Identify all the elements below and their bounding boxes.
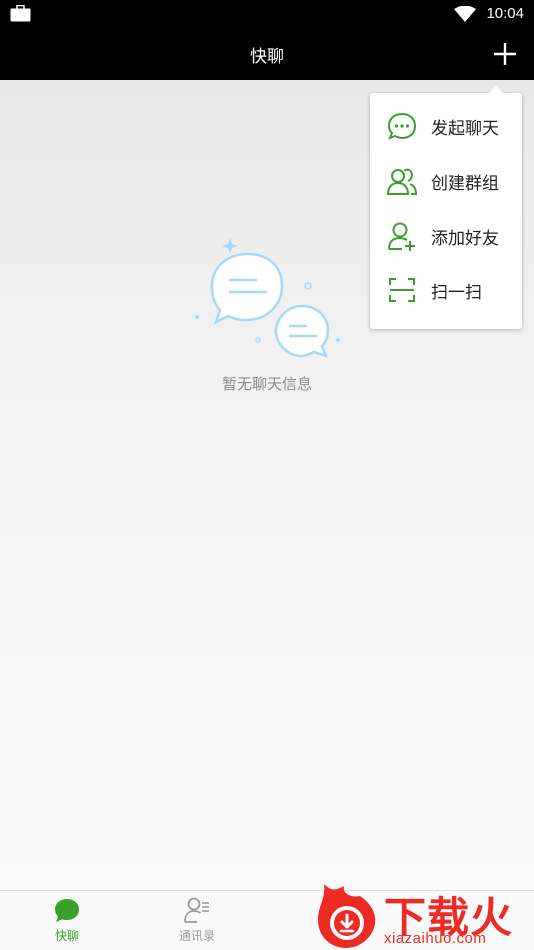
popup-arrow	[488, 86, 504, 94]
wifi-icon	[454, 6, 476, 22]
tab-chat[interactable]: 快聊	[0, 891, 134, 950]
empty-state-text: 暂无聊天信息	[221, 375, 312, 393]
page-title: 快聊	[250, 47, 284, 67]
chat-bubble-icon	[387, 112, 417, 140]
menu-item-label: 创建群组	[431, 174, 499, 194]
tab-label: 快聊	[54, 929, 79, 943]
contacts-icon	[184, 897, 209, 923]
group-icon	[387, 168, 417, 195]
flame-download-icon	[318, 884, 376, 948]
menu-item-add-friend[interactable]: 添加好友	[370, 209, 522, 263]
watermark-url: xiazaihuo.com	[384, 930, 487, 947]
empty-chat-illustration	[195, 238, 340, 359]
menu-item-label: 发起聊天	[431, 119, 499, 139]
tab-contacts[interactable]: 通讯录	[130, 891, 264, 950]
scan-icon	[389, 278, 415, 302]
title-bar: 快聊	[0, 28, 534, 80]
plus-icon[interactable]	[492, 41, 518, 67]
status-bar: 10:04	[0, 0, 534, 28]
menu-item-label: 扫一扫	[431, 283, 482, 303]
chat-icon	[55, 899, 79, 922]
clock: 10:04	[486, 5, 524, 22]
menu-item-label: 添加好友	[431, 229, 499, 249]
menu-item-scan[interactable]: 扫一扫	[370, 263, 522, 317]
menu-item-start-chat[interactable]: 发起聊天	[370, 99, 522, 153]
watermark-logo: 下载火 xiazaihuo.com	[314, 878, 534, 949]
briefcase-icon	[10, 5, 31, 22]
tab-label: 通讯录	[178, 929, 215, 943]
add-popup-menu: 发起聊天 创建群组 添加好友 扫一扫	[370, 86, 522, 329]
menu-item-create-group[interactable]: 创建群组	[370, 154, 522, 208]
add-friend-icon	[388, 222, 415, 251]
